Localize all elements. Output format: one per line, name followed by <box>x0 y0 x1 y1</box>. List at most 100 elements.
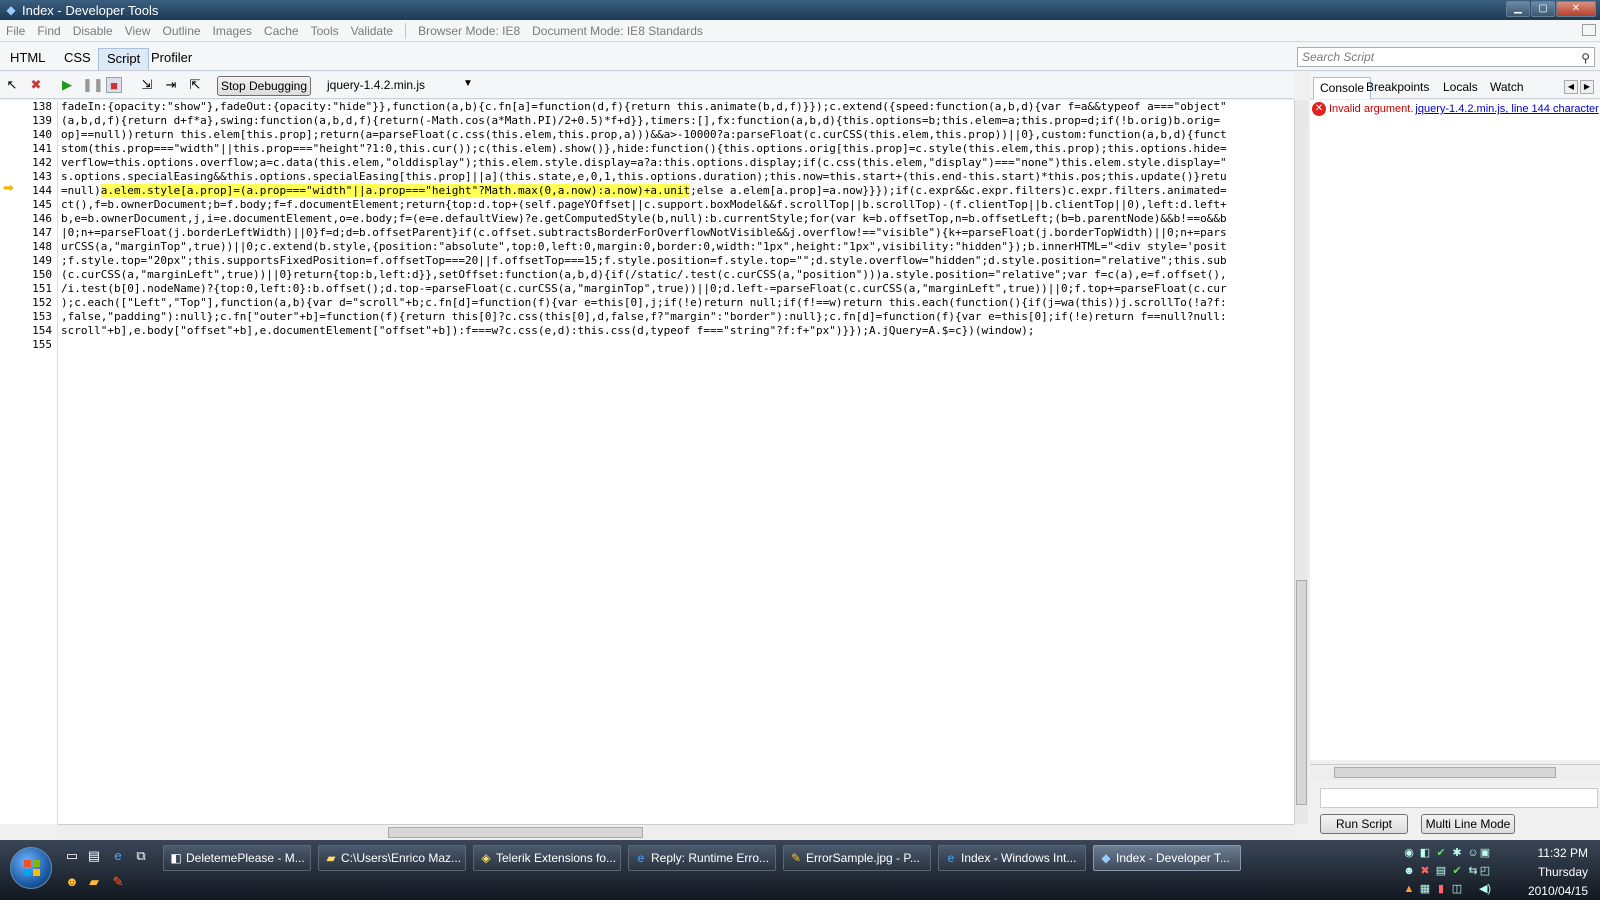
code-line[interactable]: op]==null))return this.elem[this.prop];r… <box>61 128 1293 142</box>
users-icon[interactable]: ☻ <box>1402 864 1416 878</box>
line-number[interactable]: 153 <box>20 310 52 324</box>
code-line[interactable]: =null)a.elem.style[a.prop]=(a.prop==="wi… <box>61 184 1293 198</box>
tab-watch[interactable]: Watch <box>1484 77 1530 99</box>
tray-icon[interactable]: ▦ <box>1418 882 1432 896</box>
break-on-error-icon[interactable]: ■ <box>106 77 122 93</box>
line-number[interactable]: 138 <box>20 100 52 114</box>
search-icon[interactable]: ⚲ <box>1581 49 1590 67</box>
code-line[interactable]: urCSS(a,"marginTop",true))||0;c.extend(b… <box>61 240 1293 254</box>
bluetooth-icon[interactable]: ✱ <box>1450 846 1464 860</box>
tab-scroll-left-icon[interactable]: ◀ <box>1564 80 1578 94</box>
menu-cache[interactable]: Cache <box>258 24 305 38</box>
horizontal-scrollbar[interactable] <box>58 824 1294 840</box>
start-button[interactable] <box>10 847 52 889</box>
line-number[interactable]: 150 <box>20 268 52 282</box>
script-source-pane[interactable]: ➡ 138 139 140 141 142 143 144 145 146 147 148 149 15… <box>0 100 1294 824</box>
run-script-button[interactable]: Run Script <box>1320 814 1408 834</box>
code-line[interactable]: b,e=b.ownerDocument,j,i=e.documentElemen… <box>61 212 1293 226</box>
multi-line-mode-button[interactable]: Multi Line Mode <box>1421 814 1515 834</box>
line-number[interactable]: 146 <box>20 212 52 226</box>
stop-debugging-button[interactable]: Stop Debugging <box>217 76 311 96</box>
clock-date[interactable]: 2010/04/15 <box>1528 884 1588 898</box>
browser-mode-menu[interactable]: Browser Mode: IE8 <box>412 24 526 38</box>
scrollbar-thumb[interactable] <box>1334 767 1556 778</box>
tray-icon[interactable]: ✖ <box>1418 864 1432 878</box>
minimize-button[interactable]: ▁ <box>1506 1 1530 17</box>
select-element-icon[interactable]: ↖ <box>4 77 20 93</box>
clear-breakpoints-icon[interactable]: ✖ <box>28 77 44 93</box>
line-number[interactable]: 140 <box>20 128 52 142</box>
line-number[interactable]: 155 <box>20 338 52 352</box>
continue-icon[interactable]: ▶ <box>59 77 75 93</box>
taskbar-item[interactable]: ◈ Telerik Extensions fo... <box>473 845 621 871</box>
tray-icon[interactable]: ◰ <box>1478 864 1492 878</box>
taskbar-item-active[interactable]: ◆ Index - Developer T... <box>1093 845 1241 871</box>
media-player-icon[interactable]: ☻ <box>64 874 80 890</box>
break-all-icon[interactable]: ❚❚ <box>82 77 104 93</box>
code-line[interactable]: fadeIn:{opacity:"show"},fadeOut:{opacity… <box>61 100 1293 114</box>
chevron-down-icon[interactable]: ▼ <box>463 78 473 89</box>
code-line[interactable]: scroll"+b],e.body["offset"+b],e.document… <box>61 324 1293 338</box>
tray-icon[interactable]: ▲ <box>1402 882 1416 896</box>
line-number[interactable]: 147 <box>20 226 52 240</box>
network-icon[interactable]: ▣ <box>1478 846 1492 860</box>
line-number[interactable]: 152 <box>20 296 52 310</box>
tray-icon[interactable]: ▤ <box>1434 864 1448 878</box>
line-number[interactable]: 151 <box>20 282 52 296</box>
taskbar-item[interactable]: ▰ C:\Users\Enrico Maz... <box>318 845 466 871</box>
show-desktop-icon[interactable]: ▭ <box>64 848 80 864</box>
line-number[interactable]: 143 <box>20 170 52 184</box>
taskbar-item[interactable]: ✎ ErrorSample.jpg - P... <box>783 845 931 871</box>
menu-images[interactable]: Images <box>207 24 258 38</box>
ie-quicklaunch-icon[interactable]: e <box>110 848 126 864</box>
explorer-icon[interactable]: ▤ <box>86 848 102 864</box>
code-line[interactable]: verflow=this.options.overflow;a=c.data(t… <box>61 156 1293 170</box>
line-number[interactable]: 141 <box>20 142 52 156</box>
step-over-icon[interactable]: ⇥ <box>163 77 179 93</box>
code-line[interactable]: ct(),f=b.ownerDocument;b=f.body;f=f.docu… <box>61 198 1293 212</box>
code-line[interactable]: stom(this.prop==="width"||this.prop==="h… <box>61 142 1293 156</box>
menu-file[interactable]: File <box>0 24 31 38</box>
script-file-select[interactable]: jquery-1.4.2.min.js <box>327 78 425 92</box>
code-line[interactable]: ,false,"padding"):null};c.fn["outer"+b]=… <box>61 310 1293 324</box>
maximize-button[interactable]: ▢ <box>1531 1 1555 17</box>
tab-breakpoints[interactable]: Breakpoints <box>1360 77 1435 99</box>
clock-time[interactable]: 11:32 PM <box>1538 846 1588 860</box>
code-line[interactable]: s.options.specialEasing&&this.options.sp… <box>61 170 1293 184</box>
tab-css[interactable]: CSS <box>56 48 99 70</box>
code-line[interactable]: /i.test(b[0].nodeName)?{top:0,left:0}:b.… <box>61 282 1293 296</box>
code-line[interactable] <box>61 338 1293 352</box>
scrollbar-thumb[interactable] <box>1296 580 1307 805</box>
tab-locals[interactable]: Locals <box>1437 77 1484 99</box>
line-number[interactable]: 139 <box>20 114 52 128</box>
volume-icon[interactable]: ◀) <box>1478 882 1492 896</box>
line-number[interactable]: 154 <box>20 324 52 338</box>
document-mode-menu[interactable]: Document Mode: IE8 Standards <box>526 24 709 38</box>
console-horizontal-scrollbar[interactable] <box>1310 764 1600 780</box>
code-line[interactable]: |0;n+=parseFloat(j.borderLeftWidth)||0}f… <box>61 226 1293 240</box>
code-line[interactable]: );c.each(["Left","Top"],function(a,b){va… <box>61 296 1293 310</box>
folder-quicklaunch-icon[interactable]: ▰ <box>86 874 102 890</box>
search-script-input[interactable]: Search Script ⚲ <box>1297 47 1595 67</box>
code-line[interactable]: (c.curCSS(a,"marginLeft",true))||0}retur… <box>61 268 1293 282</box>
menu-outline[interactable]: Outline <box>157 24 207 38</box>
tray-icon[interactable]: ✔ <box>1434 846 1448 860</box>
line-number[interactable]: 148 <box>20 240 52 254</box>
taskbar-item[interactable]: e Reply: Runtime Erro... <box>628 845 776 871</box>
step-into-icon[interactable]: ⇲ <box>139 77 155 93</box>
tool-quicklaunch-icon[interactable]: ✎ <box>110 874 126 890</box>
console-input[interactable] <box>1320 788 1598 808</box>
code-line[interactable]: ;f.style.top="20px";this.supportsFixedPo… <box>61 254 1293 268</box>
vertical-scrollbar[interactable] <box>1294 100 1308 824</box>
line-number[interactable]: 142 <box>20 156 52 170</box>
menu-find[interactable]: Find <box>31 24 66 38</box>
clock-day[interactable]: Thursday <box>1538 865 1588 879</box>
error-location-link[interactable]: jquery-1.4.2.min.js, line 144 character <box>1415 103 1598 115</box>
tab-html[interactable]: HTML <box>2 48 53 70</box>
breakpoint-gutter[interactable]: ➡ 138 139 140 141 142 143 144 145 146 147 148 149 15… <box>0 100 58 824</box>
unpin-icon[interactable] <box>1582 24 1596 36</box>
scrollbar-thumb[interactable] <box>388 827 643 838</box>
taskbar-item[interactable]: e Index - Windows Int... <box>938 845 1086 871</box>
tray-icon[interactable]: ✔ <box>1450 864 1464 878</box>
menu-view[interactable]: View <box>119 24 157 38</box>
